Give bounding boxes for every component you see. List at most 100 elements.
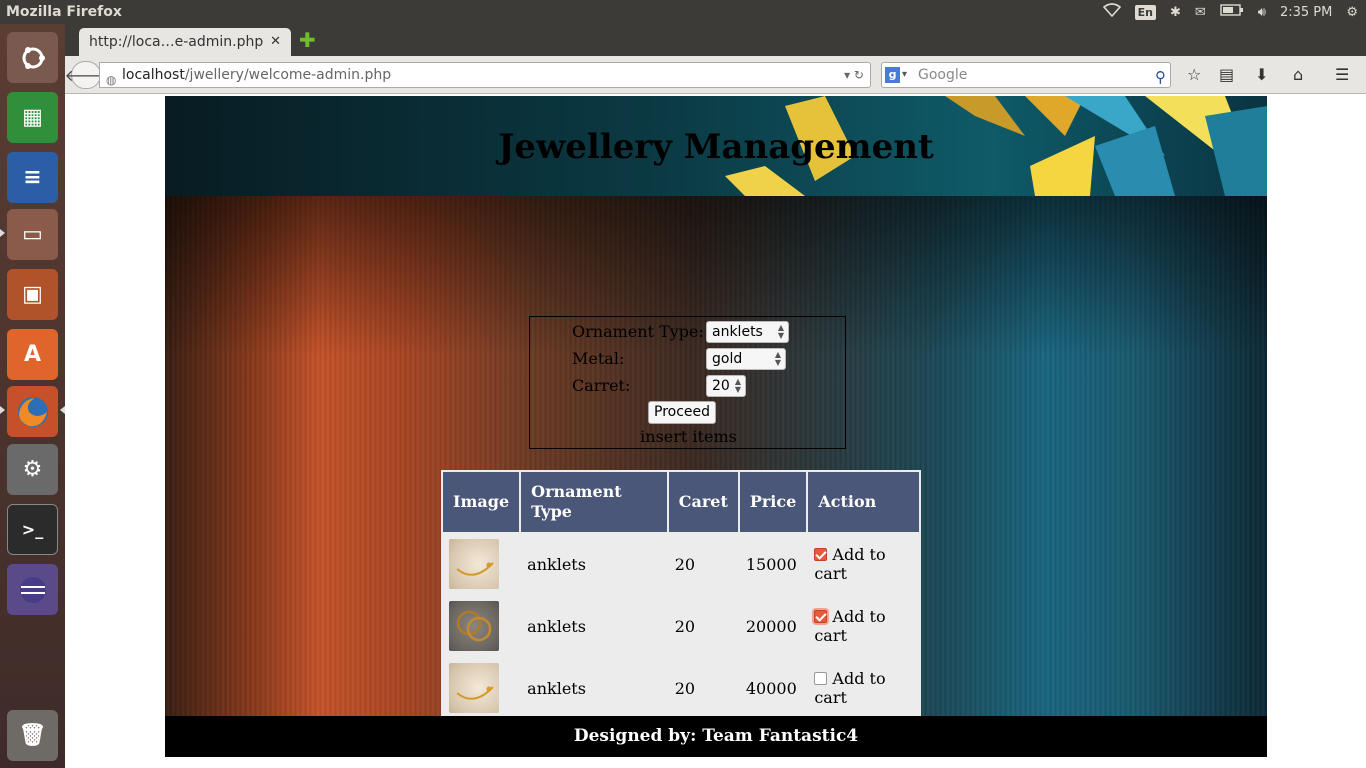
table-row: anklets 20 15000 Add to cart xyxy=(443,534,919,594)
settings-gear-icon[interactable]: ⚙ xyxy=(1346,5,1358,20)
mail-icon[interactable]: ✉ xyxy=(1195,5,1206,20)
battery-icon[interactable] xyxy=(1220,4,1244,20)
browser-tab[interactable]: http://loca…e-admin.php ✕ xyxy=(79,28,291,56)
caret-cell: 20 xyxy=(674,678,696,698)
metal-select[interactable]: gold ▲ ▼ xyxy=(706,348,786,370)
caret-cell: 20 xyxy=(674,554,696,574)
spinner-arrows-icon: ▲ ▼ xyxy=(734,377,741,394)
caret-cell: 20 xyxy=(674,616,696,636)
price-cell: 20000 xyxy=(745,616,797,636)
reading-list-icon[interactable]: ▤ xyxy=(1219,65,1234,84)
libreoffice-calc-icon[interactable]: ▦ xyxy=(7,92,58,143)
insert-items-link[interactable]: insert items xyxy=(530,427,847,446)
action-cell: Add to cart xyxy=(808,596,919,656)
url-dropdown-reload[interactable]: ▾ ↻ xyxy=(844,63,864,87)
spinner-arrows-icon: ▲ ▼ xyxy=(777,323,784,340)
add-to-cart-checkbox[interactable] xyxy=(814,548,828,561)
ornament-type-cell: anklets xyxy=(527,678,586,698)
navigation-toolbar: 🡐 ◍ localhost/jwellery/welcome-admin.php… xyxy=(65,56,1366,94)
ornament-type-select[interactable]: anklets ▲ ▼ xyxy=(706,321,789,343)
metal-label: Metal: xyxy=(572,349,625,368)
wifi-icon[interactable] xyxy=(1102,3,1121,21)
url-path: /jwellery/welcome-admin.php xyxy=(184,67,392,83)
column-header-image: Image xyxy=(443,472,520,532)
back-button[interactable]: 🡐 xyxy=(65,61,107,89)
keyboard-layout-indicator[interactable]: En xyxy=(1134,4,1156,20)
add-to-cart-checkbox[interactable] xyxy=(814,672,828,685)
content-area: Ornament Type: anklets ▲ ▼ Metal: gold ▲ ▼… xyxy=(165,196,1267,756)
price-cell: 15000 xyxy=(745,554,797,574)
anklet-thumbnail xyxy=(449,663,499,713)
action-cell: Add to cart xyxy=(808,534,919,594)
filter-form: Ornament Type: anklets ▲ ▼ Metal: gold ▲ ▼… xyxy=(529,316,846,449)
system-settings-icon[interactable]: ⚙ xyxy=(7,444,58,495)
action-cell: Add to cart xyxy=(808,658,919,718)
running-indicator xyxy=(0,229,5,237)
software-center-icon[interactable]: A xyxy=(7,329,58,380)
top-panel: Mozilla Firefox En ✱ ✉ 🔊︎ 2:35 PM ⚙ xyxy=(0,0,1366,24)
terminal-icon[interactable]: >_ xyxy=(7,504,58,555)
table-row: anklets 20 20000 Add to cart xyxy=(443,596,919,656)
search-placeholder: Google xyxy=(918,67,968,83)
active-app-name: Mozilla Firefox xyxy=(6,4,122,20)
carret-select[interactable]: 20 ▲ ▼ xyxy=(706,375,746,397)
metal-value: gold xyxy=(712,351,743,367)
bluetooth-icon[interactable]: ✱ xyxy=(1170,5,1181,20)
anklet-thumbnail xyxy=(449,601,499,651)
trash-icon[interactable]: 🗑︎ xyxy=(7,710,58,761)
running-indicator xyxy=(0,406,5,414)
table-header-row: Image Ornament Type Caret Price Action xyxy=(443,472,919,532)
column-header-ornament-type: Ornament Type xyxy=(521,472,667,532)
eclipse-icon[interactable] xyxy=(7,564,58,615)
clock[interactable]: 2:35 PM xyxy=(1280,5,1332,20)
focused-indicator xyxy=(60,406,65,414)
page-footer: Designed by: Team Fantastic4 xyxy=(165,716,1267,757)
search-bar[interactable]: g ▾ Google ⚲ xyxy=(881,62,1171,88)
web-page: Jewellery Management Ornament Type: ankl… xyxy=(165,96,1267,757)
home-icon[interactable]: ⌂ xyxy=(1293,65,1303,84)
url-host: localhost xyxy=(122,67,185,83)
google-icon[interactable]: g xyxy=(885,67,900,83)
spinner-arrows-icon: ▲ ▼ xyxy=(774,350,781,367)
add-to-cart-checkbox[interactable] xyxy=(814,610,828,623)
libreoffice-writer-icon[interactable]: ≡ xyxy=(7,152,58,203)
tab-bar: http://loca…e-admin.php ✕ ✚ xyxy=(65,24,1366,56)
ornament-type-value: anklets xyxy=(712,324,763,340)
price-cell: 40000 xyxy=(745,678,797,698)
page-title: Jewellery Management xyxy=(498,127,934,167)
menu-icon[interactable]: ☰ xyxy=(1335,65,1349,84)
launcher: ▦ ≡ ▭ ▣ A ⚙ >_ 🗑︎ xyxy=(0,24,65,768)
libreoffice-impress-icon[interactable]: ▣ xyxy=(7,269,58,320)
ornament-type-cell: anklets xyxy=(527,616,586,636)
ornament-type-cell: anklets xyxy=(527,554,586,574)
proceed-button[interactable]: Proceed xyxy=(648,401,717,424)
table-row: anklets 20 40000 Add to cart xyxy=(443,658,919,718)
downloads-icon[interactable]: ⬇ xyxy=(1255,65,1268,84)
url-bar[interactable]: ◍ localhost/jwellery/welcome-admin.php ▾… xyxy=(99,62,871,88)
column-header-caret: Caret xyxy=(668,472,738,532)
globe-icon: ◍ xyxy=(106,73,117,87)
close-tab-icon[interactable]: ✕ xyxy=(270,34,281,49)
anklet-thumbnail xyxy=(449,539,499,589)
new-tab-icon[interactable]: ✚ xyxy=(299,28,316,52)
carret-label: Carret: xyxy=(572,376,631,395)
ubuntu-dash-icon[interactable] xyxy=(7,32,58,83)
search-icon[interactable]: ⚲ xyxy=(1155,65,1166,89)
image-cell xyxy=(443,658,519,718)
bookmark-star-icon[interactable]: ☆ xyxy=(1187,65,1201,84)
image-cell xyxy=(443,534,519,594)
firefox-icon[interactable] xyxy=(7,386,58,437)
image-cell xyxy=(443,596,519,656)
carret-value: 20 xyxy=(712,378,730,394)
items-table-container: Image Ornament Type Caret Price Action a… xyxy=(441,470,921,756)
ornament-type-label: Ornament Type: xyxy=(572,322,704,341)
system-tray: En ✱ ✉ 🔊︎ 2:35 PM ⚙ xyxy=(1102,0,1358,24)
files-icon[interactable]: ▭ xyxy=(7,209,58,260)
page-header: Jewellery Management xyxy=(165,96,1267,196)
column-header-price: Price xyxy=(739,472,807,532)
items-table: Image Ornament Type Caret Price Action a… xyxy=(441,470,921,720)
search-engine-dropdown-icon[interactable]: ▾ xyxy=(902,63,907,87)
volume-icon[interactable]: 🔊︎ xyxy=(1258,5,1266,20)
tab-title: http://loca…e-admin.php xyxy=(89,34,264,50)
column-header-action: Action xyxy=(808,472,919,532)
